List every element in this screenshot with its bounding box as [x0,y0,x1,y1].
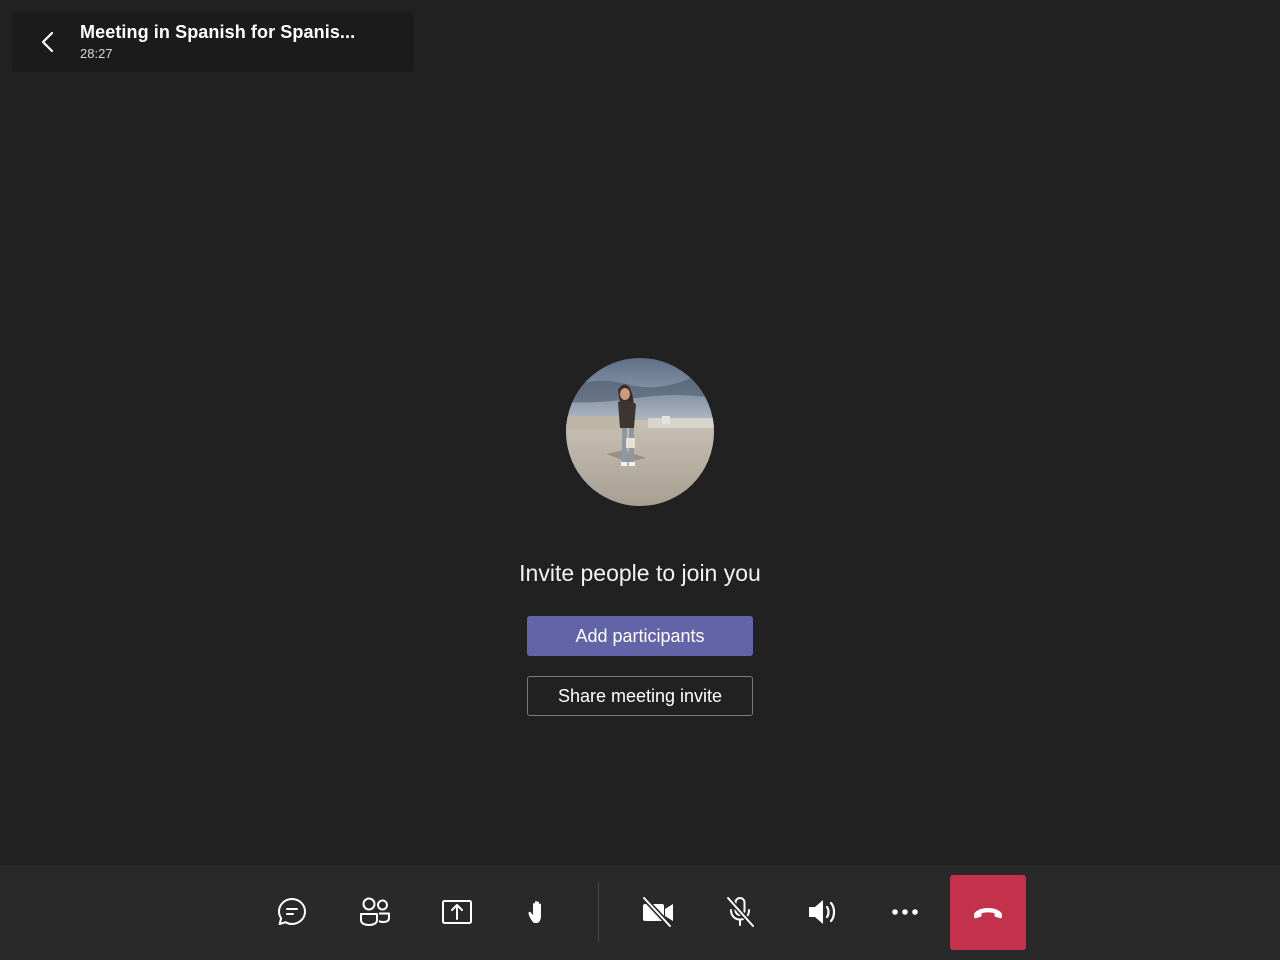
meeting-timer: 28:27 [80,46,113,61]
chat-icon [275,895,309,929]
more-options-button[interactable] [867,875,943,949]
mic-off-icon [723,895,757,929]
speaker-button[interactable] [785,875,861,949]
meeting-title: Meeting in Spanish for Spanis... [80,22,356,42]
chevron-left-icon [38,30,58,54]
meeting-stage: Meeting in Spanish for Spanis... 28:27 I… [0,0,1280,960]
share-meeting-invite-button[interactable]: Share meeting invite [527,676,753,716]
more-icon [888,895,922,929]
user-avatar [566,358,714,506]
hang-up-icon [971,896,1005,930]
speaker-icon [806,895,840,929]
hang-up-button[interactable] [950,875,1026,950]
back-button[interactable] [32,26,64,58]
camera-toggle-button[interactable] [620,875,696,949]
share-screen-button[interactable] [419,875,495,949]
chat-button[interactable] [254,875,330,949]
microphone-toggle-button[interactable] [702,875,778,949]
people-icon [358,895,392,929]
toolbar-divider [598,882,599,942]
meeting-header: Meeting in Spanish for Spanis... 28:27 [12,12,414,72]
raise-hand-button[interactable] [501,875,577,949]
hand-icon [524,897,554,927]
add-participants-button[interactable]: Add participants [527,616,753,656]
call-toolbar [0,865,1280,960]
camera-off-icon [640,895,676,929]
share-screen-icon [440,895,474,929]
participants-button[interactable] [337,875,413,949]
invite-prompt: Invite people to join you [519,560,761,586]
